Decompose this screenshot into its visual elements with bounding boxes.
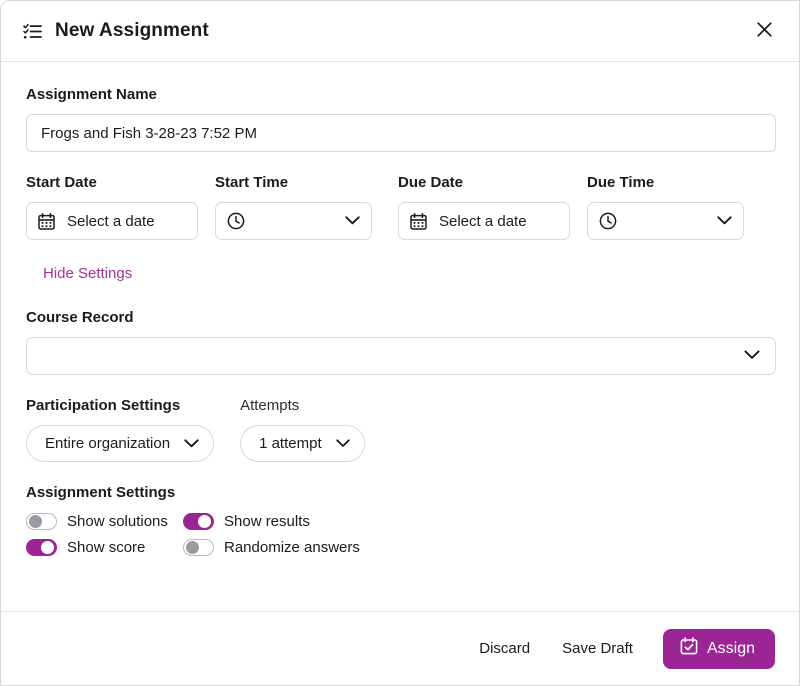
toggle-show-score[interactable]: Show score bbox=[26, 539, 183, 556]
clock-icon bbox=[227, 212, 245, 230]
calendar-icon bbox=[38, 212, 55, 230]
attempts-group: Attempts 1 attempt bbox=[240, 397, 365, 462]
course-record-select[interactable] bbox=[26, 337, 776, 375]
chevron-down-icon bbox=[345, 212, 360, 230]
start-date-value: Select a date bbox=[67, 212, 155, 230]
participation-settings-select[interactable]: Entire organization bbox=[26, 425, 215, 462]
toggle-label: Randomize answers bbox=[224, 539, 360, 556]
checklist-icon bbox=[23, 23, 42, 40]
toggle-label: Show results bbox=[224, 513, 310, 530]
toggle-knob bbox=[41, 541, 54, 554]
assignment-name-input[interactable]: Frogs and Fish 3-28-23 7:52 PM bbox=[26, 114, 776, 152]
toggle-knob bbox=[186, 541, 199, 554]
chevron-down-icon bbox=[184, 439, 199, 448]
chevron-down-icon bbox=[717, 212, 732, 230]
attempts-select[interactable]: 1 attempt bbox=[240, 425, 365, 462]
toggle-switch[interactable] bbox=[183, 539, 214, 556]
discard-button[interactable]: Discard bbox=[463, 630, 546, 667]
header-left-group: New Assignment bbox=[23, 20, 749, 42]
toggle-knob bbox=[198, 515, 211, 528]
start-date-label: Start Date bbox=[26, 174, 97, 191]
toggle-switch[interactable] bbox=[26, 539, 57, 556]
clock-icon bbox=[599, 212, 617, 230]
start-time-label: Start Time bbox=[215, 174, 289, 191]
hide-settings-link[interactable]: Hide Settings bbox=[43, 265, 132, 282]
due-date-picker[interactable]: Select a date bbox=[398, 202, 570, 240]
participation-row: Participation Settings Entire organizati… bbox=[26, 397, 775, 462]
start-time-picker[interactable] bbox=[215, 202, 372, 240]
dialog-header: New Assignment bbox=[1, 1, 799, 62]
due-date-value: Select a date bbox=[439, 212, 527, 230]
page-title: New Assignment bbox=[55, 20, 209, 41]
due-date-label: Due Date bbox=[398, 174, 464, 191]
toggle-show-solutions[interactable]: Show solutions bbox=[26, 513, 183, 530]
assign-button-label: Assign bbox=[706, 639, 755, 657]
toggle-label: Show score bbox=[67, 539, 146, 556]
course-record-group: Course Record bbox=[26, 309, 776, 375]
start-time-group: Start Time bbox=[215, 174, 372, 240]
assignment-settings-label: Assignment Settings bbox=[26, 484, 176, 501]
assignment-settings-group: Assignment Settings Show solutions Show … bbox=[26, 484, 775, 556]
due-time-label: Due Time bbox=[587, 174, 655, 191]
due-date-group: Due Date Select a date bbox=[398, 174, 570, 240]
toggle-show-results[interactable]: Show results bbox=[183, 513, 775, 530]
chevron-down-icon bbox=[744, 347, 760, 365]
due-time-picker[interactable] bbox=[587, 202, 744, 240]
toggle-switch[interactable] bbox=[183, 513, 214, 530]
toggle-randomize-answers[interactable]: Randomize answers bbox=[183, 539, 775, 556]
save-draft-button[interactable]: Save Draft bbox=[546, 630, 649, 667]
dialog-footer: Discard Save Draft Assign bbox=[1, 611, 799, 685]
toggle-label: Show solutions bbox=[67, 513, 168, 530]
course-record-label: Course Record bbox=[26, 309, 134, 326]
assignment-name-group: Assignment Name Frogs and Fish 3-28-23 7… bbox=[26, 86, 776, 152]
participation-settings-group: Participation Settings Entire organizati… bbox=[26, 397, 215, 462]
close-button[interactable] bbox=[749, 16, 779, 46]
assignment-settings-toggle-grid: Show solutions Show results Show score R… bbox=[26, 513, 775, 556]
attempts-value: 1 attempt bbox=[259, 435, 322, 452]
start-date-picker[interactable]: Select a date bbox=[26, 202, 198, 240]
calendar-icon bbox=[410, 212, 427, 230]
assign-button[interactable]: Assign bbox=[662, 628, 775, 669]
schedule-row: Start Date Select a date Start Time Due … bbox=[26, 174, 775, 240]
calendar-check-icon bbox=[680, 637, 698, 660]
toggle-knob bbox=[29, 515, 42, 528]
chevron-down-icon bbox=[335, 439, 350, 448]
assignment-name-label: Assignment Name bbox=[26, 86, 157, 103]
start-date-group: Start Date Select a date bbox=[26, 174, 198, 240]
participation-settings-label: Participation Settings bbox=[26, 397, 181, 414]
new-assignment-dialog: New Assignment Assignment Name Frogs and… bbox=[0, 0, 800, 686]
toggle-switch[interactable] bbox=[26, 513, 57, 530]
attempts-label: Attempts bbox=[240, 397, 300, 414]
participation-settings-value: Entire organization bbox=[45, 435, 171, 452]
dialog-body: Assignment Name Frogs and Fish 3-28-23 7… bbox=[1, 62, 799, 611]
due-time-group: Due Time bbox=[587, 174, 744, 240]
close-icon bbox=[756, 22, 772, 40]
